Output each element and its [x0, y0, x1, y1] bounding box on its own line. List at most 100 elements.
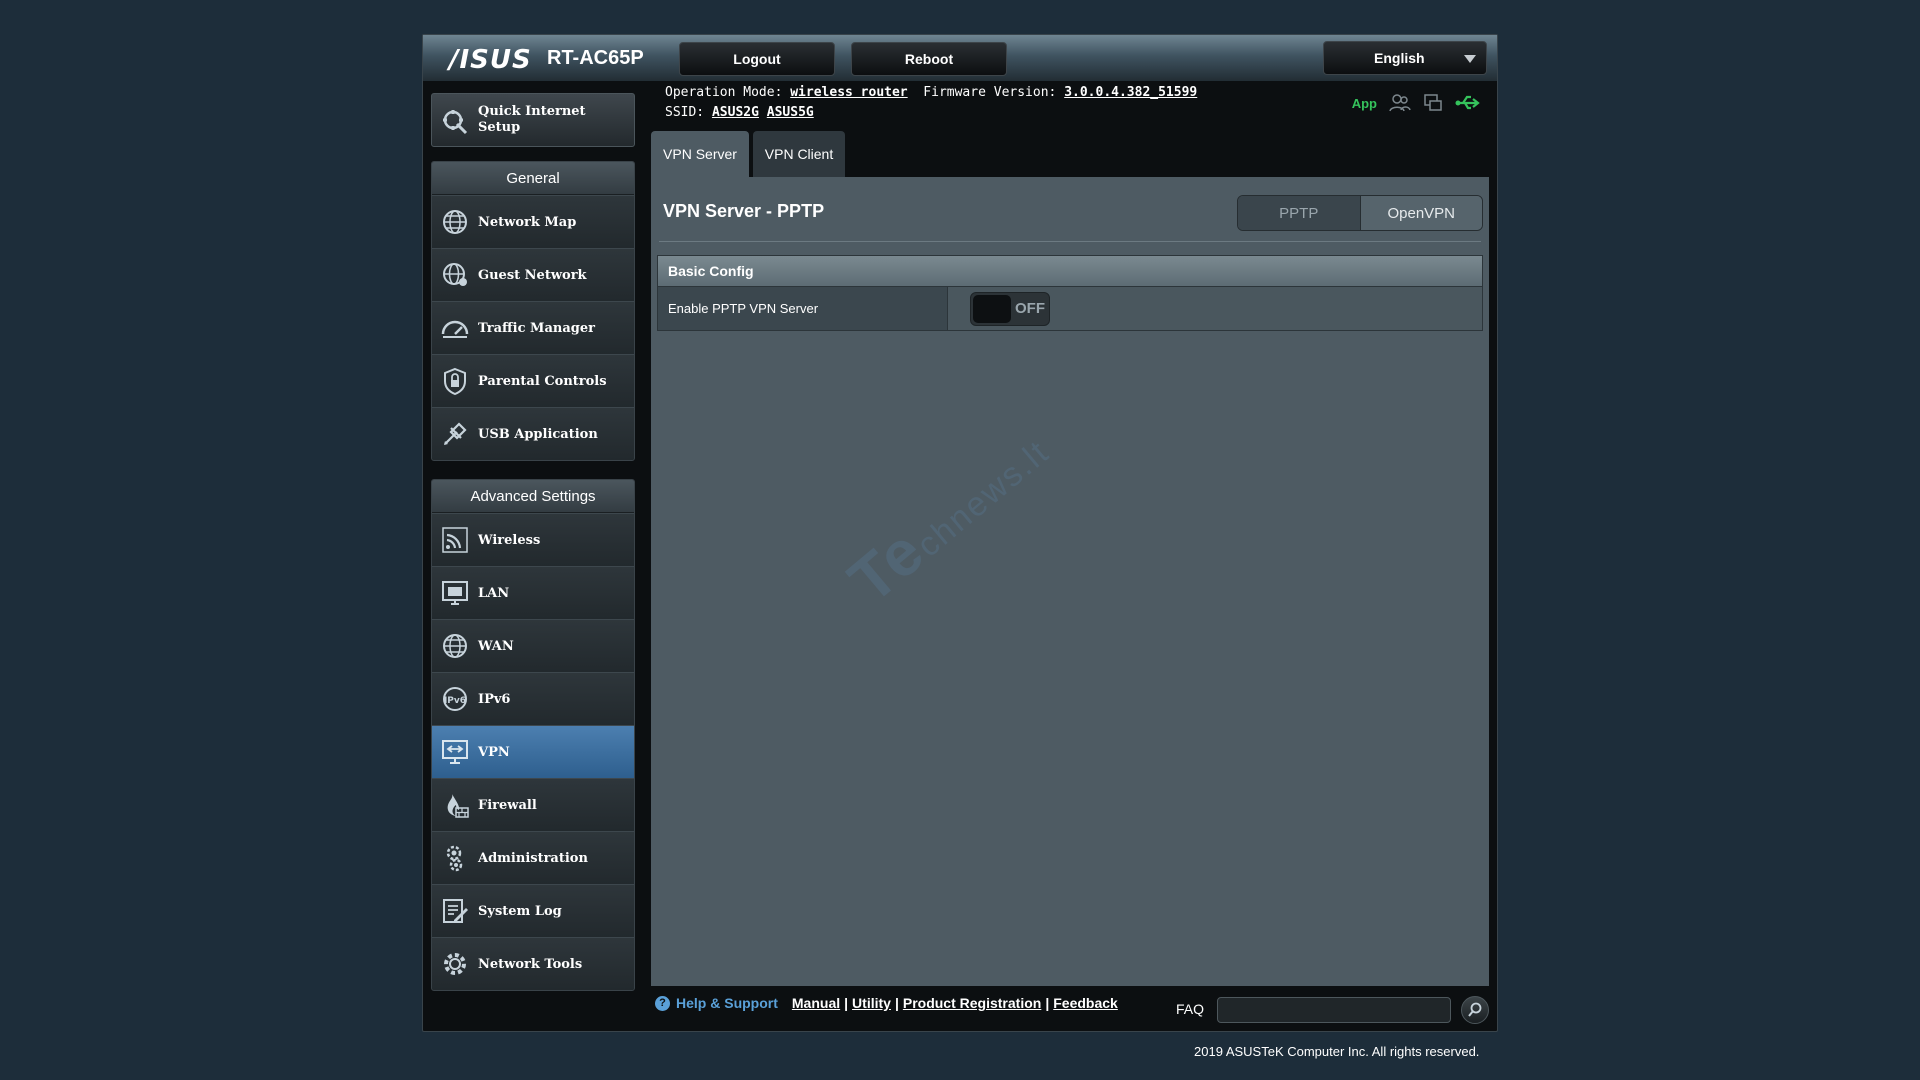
devices-icon[interactable] [1423, 93, 1443, 113]
guest-network-icon [443, 263, 467, 286]
sidebar-item-label: Traffic Manager [478, 320, 595, 336]
network-tools-icon [444, 953, 466, 975]
sidebar-item-label: Guest Network [478, 267, 587, 283]
sidebar-item-administration[interactable]: Administration [432, 831, 634, 884]
tab-vpn-server[interactable]: VPN Server [651, 131, 749, 177]
general-section: General Network Map Guest Network Traffi… [431, 161, 635, 461]
router-frame: /ISUS RT-AC65P Logout Reboot English Ope… [422, 34, 1498, 1032]
router-info: Operation Mode: wireless router Firmware… [665, 83, 1197, 123]
traffic-manager-icon [441, 320, 469, 338]
feedback-link[interactable]: Feedback [1053, 995, 1118, 1011]
toggle-knob [973, 294, 1011, 323]
sidebar-item-lan[interactable]: LAN [432, 566, 634, 619]
sidebar-item-label: Network Tools [478, 956, 583, 972]
model-name: RT-AC65P [547, 47, 644, 69]
footer-links: ? Help & Support Manual | Utility | Product … [655, 995, 1118, 1011]
advanced-section: Advanced Settings Wireless LAN WAN IPv6 … [431, 479, 635, 991]
ssid-2g-link[interactable]: ASUS2G [712, 105, 759, 120]
faq-search-input[interactable] [1217, 997, 1451, 1023]
app-link[interactable]: App [1352, 96, 1377, 111]
enable-pptp-toggle[interactable]: OFF [970, 291, 1050, 326]
system-log-icon [443, 899, 468, 923]
wand-icon [443, 110, 468, 135]
language-value: English [1374, 50, 1425, 66]
firmware-link[interactable]: 3.0.0.4.382_51599 [1064, 85, 1197, 100]
sidebar-item-ipv6[interactable]: IPv6 IPv6 [432, 672, 634, 725]
utility-link[interactable]: Utility [852, 995, 891, 1011]
language-select[interactable]: English [1323, 41, 1487, 75]
sidebar-item-label: Network Map [478, 214, 577, 230]
page-title: VPN Server - PPTP [663, 201, 825, 221]
wan-icon [443, 634, 467, 658]
openvpn-button[interactable]: OpenVPN [1360, 196, 1482, 230]
usb-application-icon [444, 422, 467, 445]
logout-button[interactable]: Logout [679, 42, 835, 76]
sidebar-item-traffic-manager[interactable]: Traffic Manager [432, 301, 634, 354]
sidebar-item-wan[interactable]: WAN [432, 619, 634, 672]
sidebar-item-parental-controls[interactable]: Parental Controls [432, 354, 634, 407]
chevron-down-icon [1464, 55, 1476, 63]
tab-vpn-client[interactable]: VPN Client [753, 131, 845, 177]
enable-pptp-label: Enable PPTP VPN Server [658, 287, 948, 330]
table-row: Enable PPTP VPN Server OFF [658, 286, 1482, 330]
sidebar-item-label: WAN [478, 638, 514, 654]
sidebar-item-firewall[interactable]: Firewall [432, 778, 634, 831]
reboot-button[interactable]: Reboot [851, 42, 1007, 76]
product-registration-link[interactable]: Product Registration [903, 995, 1041, 1011]
ipv6-icon: IPv6 [443, 687, 467, 711]
sidebar-item-vpn[interactable]: VPN [432, 725, 634, 778]
sidebar-item-label: LAN [478, 585, 510, 601]
clients-icon[interactable] [1389, 93, 1411, 113]
sidebar-item-label: VPN [478, 744, 510, 760]
pptp-button[interactable]: PPTP [1238, 196, 1361, 230]
svg-text:IPv6: IPv6 [444, 696, 466, 706]
content-panel: VPN Server - PPTP PPTP OpenVPN Basic Con… [651, 177, 1489, 986]
copyright: 2019 ASUSTeK Computer Inc. All rights re… [1194, 1044, 1480, 1059]
help-support-link[interactable]: ? Help & Support [655, 995, 778, 1011]
sidebar-item-guest-network[interactable]: Guest Network [432, 248, 634, 301]
toggle-state: OFF [1015, 300, 1045, 317]
operation-mode-link[interactable]: wireless router [790, 85, 907, 100]
quick-internet-setup-button[interactable]: Quick Internet Setup [431, 93, 635, 147]
sidebar-item-label: Firewall [478, 797, 537, 813]
operation-mode-label: Operation Mode: [665, 85, 783, 100]
sidebar-item-system-log[interactable]: System Log [432, 884, 634, 937]
watermark-rest: chnews.lt [909, 432, 1057, 565]
basic-config-table: Basic Config Enable PPTP VPN Server OFF [657, 255, 1483, 331]
title-divider [659, 241, 1481, 242]
sidebar-item-network-map[interactable]: Network Map [432, 195, 634, 248]
parental-controls-icon [444, 367, 466, 396]
network-map-icon [443, 210, 467, 234]
help-support-label: Help & Support [676, 995, 778, 1011]
advanced-title: Advanced Settings [432, 480, 634, 513]
status-icons: App [1352, 93, 1481, 113]
sidebar-item-network-tools[interactable]: Network Tools [432, 937, 634, 990]
wireless-icon [442, 527, 468, 553]
sidebar-item-label: IPv6 [478, 691, 511, 707]
search-icon [1468, 1002, 1482, 1017]
usb-icon[interactable] [1455, 93, 1481, 113]
vpn-icon [442, 740, 468, 764]
sidebar-item-label: System Log [478, 903, 562, 919]
sidebar-item-label: Administration [478, 850, 588, 866]
asus-logo: /ISUS [449, 45, 532, 75]
watermark: Technews.lt [835, 411, 1062, 618]
question-icon: ? [655, 995, 670, 1011]
manual-link[interactable]: Manual [792, 995, 840, 1011]
lan-icon [442, 581, 468, 605]
top-bar: /ISUS RT-AC65P Logout Reboot English [423, 35, 1497, 81]
firewall-icon [447, 794, 469, 818]
faq-search-button[interactable] [1461, 996, 1489, 1024]
ssid-5g-link[interactable]: ASUS5G [767, 105, 814, 120]
sidebar-item-label: Parental Controls [478, 373, 607, 389]
faq-label: FAQ [1176, 1001, 1205, 1017]
administration-icon [446, 845, 463, 872]
firmware-label: Firmware Version: [923, 85, 1057, 100]
ssid-label: SSID: [665, 105, 705, 120]
sidebar-item-label: Wireless [478, 532, 541, 548]
sidebar-item-label: USB Application [478, 426, 598, 442]
general-title: General [432, 162, 634, 195]
sidebar-item-wireless[interactable]: Wireless [432, 513, 634, 566]
quick-internet-setup-label: Quick Internet Setup [478, 104, 586, 135]
sidebar-item-usb-application[interactable]: USB Application [432, 407, 634, 460]
